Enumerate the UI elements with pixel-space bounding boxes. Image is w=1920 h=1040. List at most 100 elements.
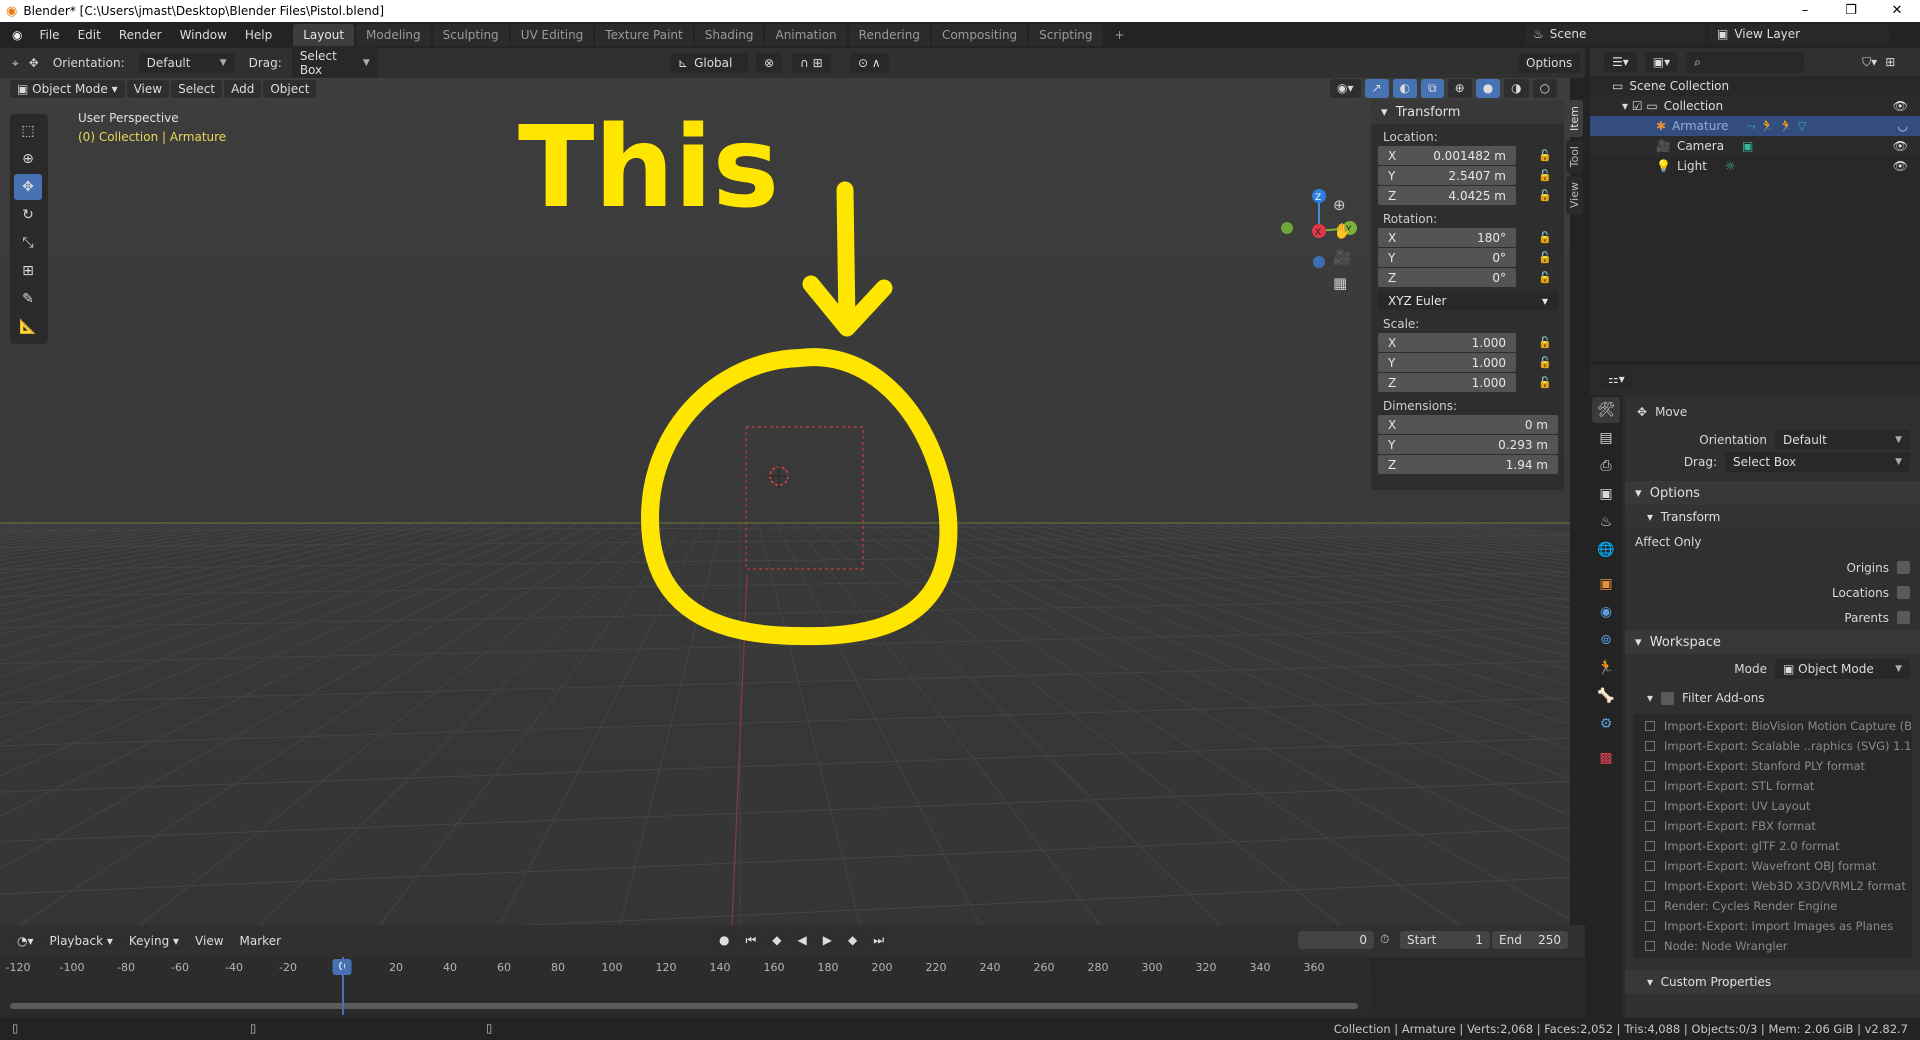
view-layer-tab-icon[interactable]: ▣ [1592,481,1620,507]
gizmo-toggle-icon[interactable]: ↗ [1364,79,1389,98]
addon-item[interactable]: Import-Export: Web3D X3D/VRML2 format [1633,876,1912,896]
addon-checkbox[interactable] [1645,861,1655,871]
tab-layout[interactable]: Layout [293,24,355,46]
orientation-dropdown[interactable]: Default ▼ [1775,430,1910,450]
addon-checkbox[interactable] [1645,801,1655,811]
tab-tool[interactable]: Tool [1566,140,1583,174]
workspace-section-header[interactable]: ▾ Workspace [1625,630,1920,654]
tab-animation[interactable]: Animation [765,24,847,46]
minimize-button[interactable]: – [1782,0,1828,22]
dimensions-y-field[interactable]: Y 0.293 m [1378,435,1558,454]
addon-item[interactable]: Import-Export: Import Images as Planes [1633,916,1912,936]
transform-orientation-dropdown[interactable]: ⊾ Global [670,53,748,73]
pan-hand-icon[interactable]: ✋ [1333,222,1352,240]
addon-checkbox[interactable] [1645,901,1655,911]
orientation-dropdown[interactable]: Default ▼ [138,53,235,73]
rotate-tool-icon[interactable]: ↻ [14,202,42,228]
record-icon[interactable]: ● [712,931,737,950]
options-dropdown[interactable]: Options [1518,53,1581,73]
rotation-x-field[interactable]: X 180° 🔓 [1378,228,1552,247]
bone-constraints-tab-icon[interactable]: ⚙ [1592,711,1620,737]
end-frame-field[interactable]: End 250 [1492,931,1568,949]
solid-shading-icon[interactable]: ● [1475,79,1501,98]
play-reverse-icon[interactable]: ◀ [790,931,814,950]
move-tool-icon[interactable]: ✥ [14,174,42,200]
outliner-item-armature[interactable]: ✱ Armature ⤳ 🏃 🏃 ▽ ◡ [1590,116,1920,136]
menu-edit[interactable]: Edit [69,28,110,42]
addon-item[interactable]: Import-Export: Wavefront OBJ format [1633,856,1912,876]
texture-tab-icon[interactable]: ▩ [1592,745,1620,771]
add-workspace-button[interactable]: + [1105,24,1135,46]
outliner-item-light[interactable]: 💡 Light ☼ 👁 [1590,156,1920,176]
render-tab-icon[interactable]: ▤ [1592,425,1620,451]
options-section-header[interactable]: ▾ Options [1625,481,1920,505]
auto-keying-stopwatch-icon[interactable]: ⏱ [1380,932,1389,947]
addon-checkbox[interactable] [1645,721,1655,731]
editor-type-icon[interactable]: ◔▾ [10,932,41,950]
transform-panel-header[interactable]: ▾ Transform [1371,100,1564,124]
addon-item[interactable]: Import-Export: Scalable ..raphics (SVG) … [1633,736,1912,756]
timeline-menu-playback[interactable]: Playback ▾ [42,932,120,950]
timeline-menu-keying[interactable]: Keying ▾ [121,932,187,950]
scale-tool-icon[interactable]: ⤡ [14,230,42,256]
addon-item[interactable]: Render: Cycles Render Engine [1633,896,1912,916]
addon-item[interactable]: Import-Export: glTF 2.0 format [1633,836,1912,856]
tab-texture-paint[interactable]: Texture Paint [595,24,693,46]
view-layer-selector[interactable]: ▣ View Layer [1709,24,1889,44]
menu-window[interactable]: Window [171,28,236,42]
tab-shading[interactable]: Shading [694,24,764,46]
tab-item[interactable]: Item [1566,100,1583,138]
tab-sculpting[interactable]: Sculpting [432,24,509,46]
drag-dropdown[interactable]: Select Box ▼ [291,46,378,80]
select-box-tool-icon[interactable]: ⬚ [14,118,42,144]
timeline-menu-marker[interactable]: Marker [233,932,288,950]
workspace-mode-dropdown[interactable]: ▣ Object Mode ▼ [1775,659,1910,679]
zoom-icon[interactable]: ⊕ [1333,196,1352,214]
prev-keyframe-icon[interactable]: ◆ [765,931,789,950]
3d-viewport[interactable]: This Z Y X ▣ Object Mode ▾ View Select A… [0,78,1570,925]
scale-z-field[interactable]: Z 1.000 🔓 [1378,373,1552,392]
pivot-point-dropdown[interactable]: ⊗ [756,53,783,73]
new-collection-icon[interactable]: ⊞ [1885,55,1895,69]
rotation-mode-dropdown[interactable]: XYZ Euler ▾ [1378,291,1558,310]
editor-type-icon[interactable]: ⚏▾ [1600,369,1633,389]
filter-addons-toggle[interactable]: ▾ Filter Add-ons [1625,684,1920,712]
scale-y-field[interactable]: Y 1.000 🔓 [1378,353,1552,372]
addon-checkbox[interactable] [1645,941,1655,951]
addon-item[interactable]: Import-Export: FBX format [1633,816,1912,836]
location-y-field[interactable]: Y 2.5407 m 🔓 [1378,166,1552,185]
tool-settings-icon[interactable]: ⌖ [12,56,19,71]
scale-x-field[interactable]: X 1.000 🔓 [1378,333,1552,352]
dimensions-z-field[interactable]: Z 1.94 m [1378,455,1558,474]
timeline-menu-view[interactable]: View [188,932,230,950]
scene-selector[interactable]: ♨ Scene [1525,24,1705,44]
outliner-scene-collection[interactable]: ▭ Scene Collection [1590,76,1920,96]
snap-toggle[interactable]: ∩ ⊞ [792,53,831,73]
output-tab-icon[interactable]: ⎙ [1592,453,1620,479]
rotation-z-field[interactable]: Z 0° 🔓 [1378,268,1552,287]
next-keyframe-icon[interactable]: ◆ [841,931,865,950]
annotate-tool-icon[interactable]: ✎ [14,286,42,312]
menu-render[interactable]: Render [110,28,171,42]
filter-icon[interactable]: ⛉▾ [1862,55,1877,70]
location-x-field[interactable]: X 0.001482 m 🔓 [1378,146,1552,165]
physics-tab-icon[interactable]: ◉ [1592,599,1620,625]
addon-checkbox[interactable] [1645,881,1655,891]
addon-checkbox[interactable] [1645,841,1655,851]
addon-checkbox[interactable] [1645,741,1655,751]
measure-tool-icon[interactable]: 📐 [14,314,42,340]
affect-origins[interactable]: Origins [1625,555,1920,580]
wireframe-shading-icon[interactable]: ⊕ [1447,79,1472,98]
current-frame-field[interactable]: 0 [1298,931,1374,949]
menu-help[interactable]: Help [236,28,281,42]
tab-view[interactable]: View [1566,176,1583,215]
world-tab-icon[interactable]: 🌐 [1592,537,1620,563]
addon-item[interactable]: Node: Node Wrangler [1633,936,1912,956]
camera-view-icon[interactable]: 🎥 [1333,248,1352,266]
menu-file[interactable]: File [30,28,68,42]
affect-parents[interactable]: Parents [1625,605,1920,630]
tab-rendering[interactable]: Rendering [848,24,930,46]
jump-start-icon[interactable]: ⏮ [738,931,764,950]
viewport-menu-select[interactable]: Select [171,80,223,98]
xray-toggle-icon[interactable]: ⧉ [1421,79,1444,98]
